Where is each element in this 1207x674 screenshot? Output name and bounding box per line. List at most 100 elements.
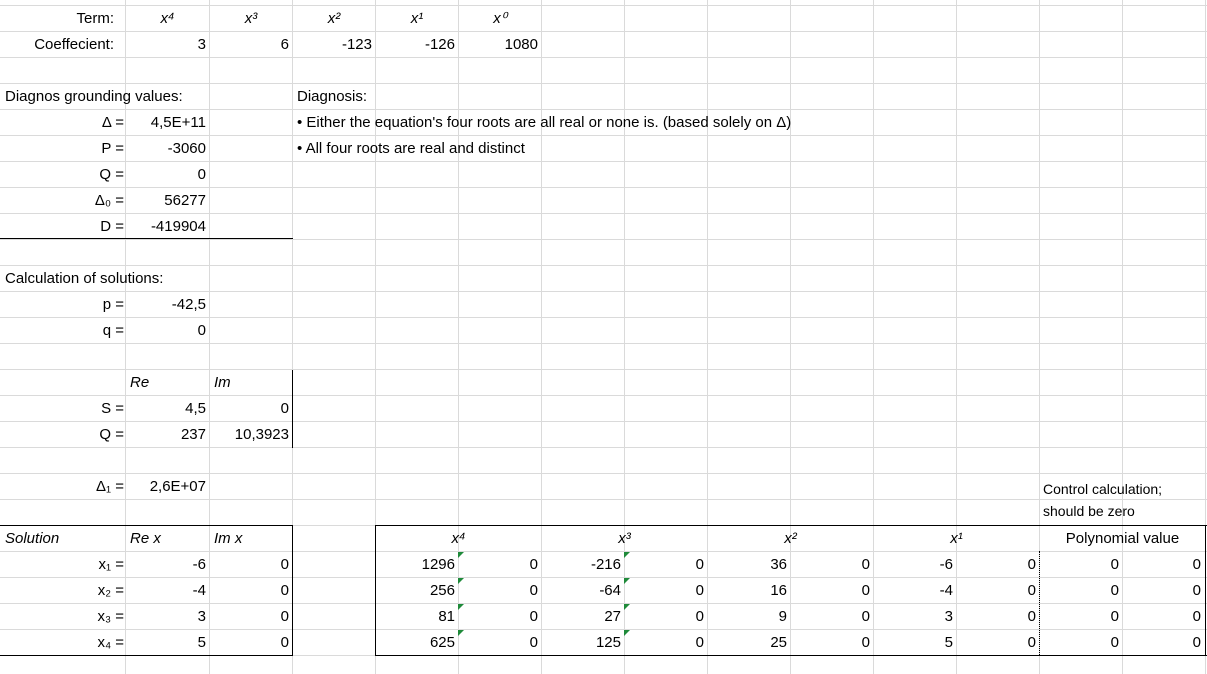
control-x2-im-value[interactable]: 0 (791, 604, 870, 630)
control-x1-im-value[interactable]: 0 (957, 552, 1036, 578)
control-x2-value[interactable]: 9 (708, 604, 787, 630)
table-border (1205, 525, 1206, 656)
x4-im[interactable]: 0 (210, 630, 289, 656)
x3-re[interactable]: 3 (126, 604, 206, 630)
control-polynomial-re-value[interactable]: 0 (1040, 578, 1119, 604)
control-polynomial-im-value[interactable]: 0 (1123, 578, 1201, 604)
x1-label: x₁ = (98, 556, 125, 573)
control-x2-value[interactable]: 36 (708, 552, 787, 578)
diagnosis-line-1: • Either the equation's four roots are a… (297, 114, 792, 131)
control-x3-im-value[interactable]: 0 (625, 604, 704, 630)
Q-label: Q = (99, 166, 124, 183)
term-header-x2[interactable]: x² (293, 6, 375, 32)
control-x4-value[interactable]: 81 (376, 604, 455, 630)
control-x1-value[interactable]: -4 (874, 578, 953, 604)
Q-re-value[interactable]: 237 (126, 422, 206, 448)
control-term-x4: x⁴ (451, 530, 466, 547)
control-polynomial-re-value[interactable]: 0 (1040, 630, 1119, 656)
p-value[interactable]: -42,5 (126, 292, 206, 318)
coefficient-cell[interactable]: -123 (293, 32, 372, 58)
term-label: Term: (76, 10, 115, 27)
control-x4-value[interactable]: 625 (376, 630, 455, 656)
control-x3-value[interactable]: 125 (542, 630, 621, 656)
x3-label: x₃ = (97, 608, 124, 625)
control-x3-im-value[interactable]: 0 (625, 630, 704, 656)
control-x2-im-value[interactable]: 0 (791, 630, 870, 656)
calc-title: Calculation of solutions: (5, 270, 164, 287)
x2-im[interactable]: 0 (210, 578, 289, 604)
control-term-x1: x¹ (950, 530, 963, 547)
x1-im[interactable]: 0 (210, 552, 289, 578)
control-polynomial-im-value[interactable]: 0 (1123, 630, 1201, 656)
control-term-x3: x³ (618, 530, 631, 547)
x2-re[interactable]: -4 (126, 578, 206, 604)
control-x1-value[interactable]: 5 (874, 630, 953, 656)
control-polynomial-im-value[interactable]: 0 (1123, 552, 1201, 578)
control-x2-value[interactable]: 25 (708, 630, 787, 656)
control-x4-im-value[interactable]: 0 (459, 604, 538, 630)
diagnos-title: Diagnos grounding values: (5, 88, 183, 105)
P-label: P = (101, 140, 124, 157)
D-label: D = (100, 218, 124, 235)
Q-im-value[interactable]: 10,3923 (210, 422, 289, 448)
coefficient-cell[interactable]: 1080 (459, 32, 538, 58)
x1-re[interactable]: -6 (126, 552, 206, 578)
control-polynomial-re-value[interactable]: 0 (1040, 604, 1119, 630)
S-im-value[interactable]: 0 (210, 396, 289, 422)
coefficient-cell[interactable]: -126 (376, 32, 455, 58)
re-header: Re (130, 374, 150, 391)
Q-value[interactable]: 0 (126, 162, 206, 188)
x4-label: x₄ = (97, 634, 124, 651)
q-value[interactable]: 0 (126, 318, 206, 344)
control-x4-im-value[interactable]: 0 (459, 552, 538, 578)
delta-label: Δ = (101, 114, 124, 131)
Q-calc-label: Q = (99, 426, 124, 443)
control-x4-value[interactable]: 1296 (376, 552, 455, 578)
control-term-x2: x² (784, 530, 797, 547)
section-border (0, 238, 293, 239)
control-x3-value[interactable]: 27 (542, 604, 621, 630)
control-polynomial-im-value[interactable]: 0 (1123, 604, 1201, 630)
D-value[interactable]: -419904 (126, 214, 206, 240)
control-x3-value[interactable]: -216 (542, 552, 621, 578)
x2-label: x₂ = (97, 582, 124, 599)
delta0-value[interactable]: 56277 (126, 188, 206, 214)
im-x-header: Im x (214, 530, 243, 547)
control-x3-im-value[interactable]: 0 (625, 578, 704, 604)
control-x2-im-value[interactable]: 0 (791, 552, 870, 578)
term-header-x3[interactable]: x³ (210, 6, 292, 32)
control-x4-im-value[interactable]: 0 (459, 630, 538, 656)
S-label: S = (101, 400, 124, 417)
polynomial-value-header: Polynomial value (1065, 530, 1180, 547)
control-x1-im-value[interactable]: 0 (957, 630, 1036, 656)
control-x2-value[interactable]: 16 (708, 578, 787, 604)
q-label: q = (102, 322, 124, 339)
term-header-x1[interactable]: x¹ (376, 6, 458, 32)
control-x1-im-value[interactable]: 0 (957, 578, 1036, 604)
section-border (292, 370, 293, 448)
control-x2-im-value[interactable]: 0 (791, 578, 870, 604)
S-re-value[interactable]: 4,5 (126, 396, 206, 422)
control-x4-im-value[interactable]: 0 (459, 578, 538, 604)
spreadsheet[interactable]: Term: x⁴ x³ x² x¹ x⁰ Coeffecient: 3 6 -1… (0, 0, 1207, 674)
control-note-line2: should be zero (1043, 503, 1135, 519)
control-polynomial-re-value[interactable]: 0 (1040, 552, 1119, 578)
control-x1-value[interactable]: -6 (874, 552, 953, 578)
x3-im[interactable]: 0 (210, 604, 289, 630)
coefficient-cell[interactable]: 6 (210, 32, 289, 58)
term-header-x4[interactable]: x⁴ (126, 6, 209, 32)
term-header-x0[interactable]: x⁰ (459, 6, 541, 32)
control-x4-value[interactable]: 256 (376, 578, 455, 604)
control-x3-value[interactable]: -64 (542, 578, 621, 604)
re-x-header: Re x (130, 530, 161, 547)
delta1-value[interactable]: 2,6E+07 (126, 474, 206, 500)
P-value[interactable]: -3060 (126, 136, 206, 162)
p-label: p = (102, 296, 124, 313)
control-x3-im-value[interactable]: 0 (625, 552, 704, 578)
control-x1-im-value[interactable]: 0 (957, 604, 1036, 630)
coefficient-cell[interactable]: 3 (126, 32, 206, 58)
coefficient-label: Coeffecient: (34, 36, 114, 53)
control-x1-value[interactable]: 3 (874, 604, 953, 630)
x4-re[interactable]: 5 (126, 630, 206, 656)
delta-value[interactable]: 4,5E+11 (126, 110, 206, 136)
